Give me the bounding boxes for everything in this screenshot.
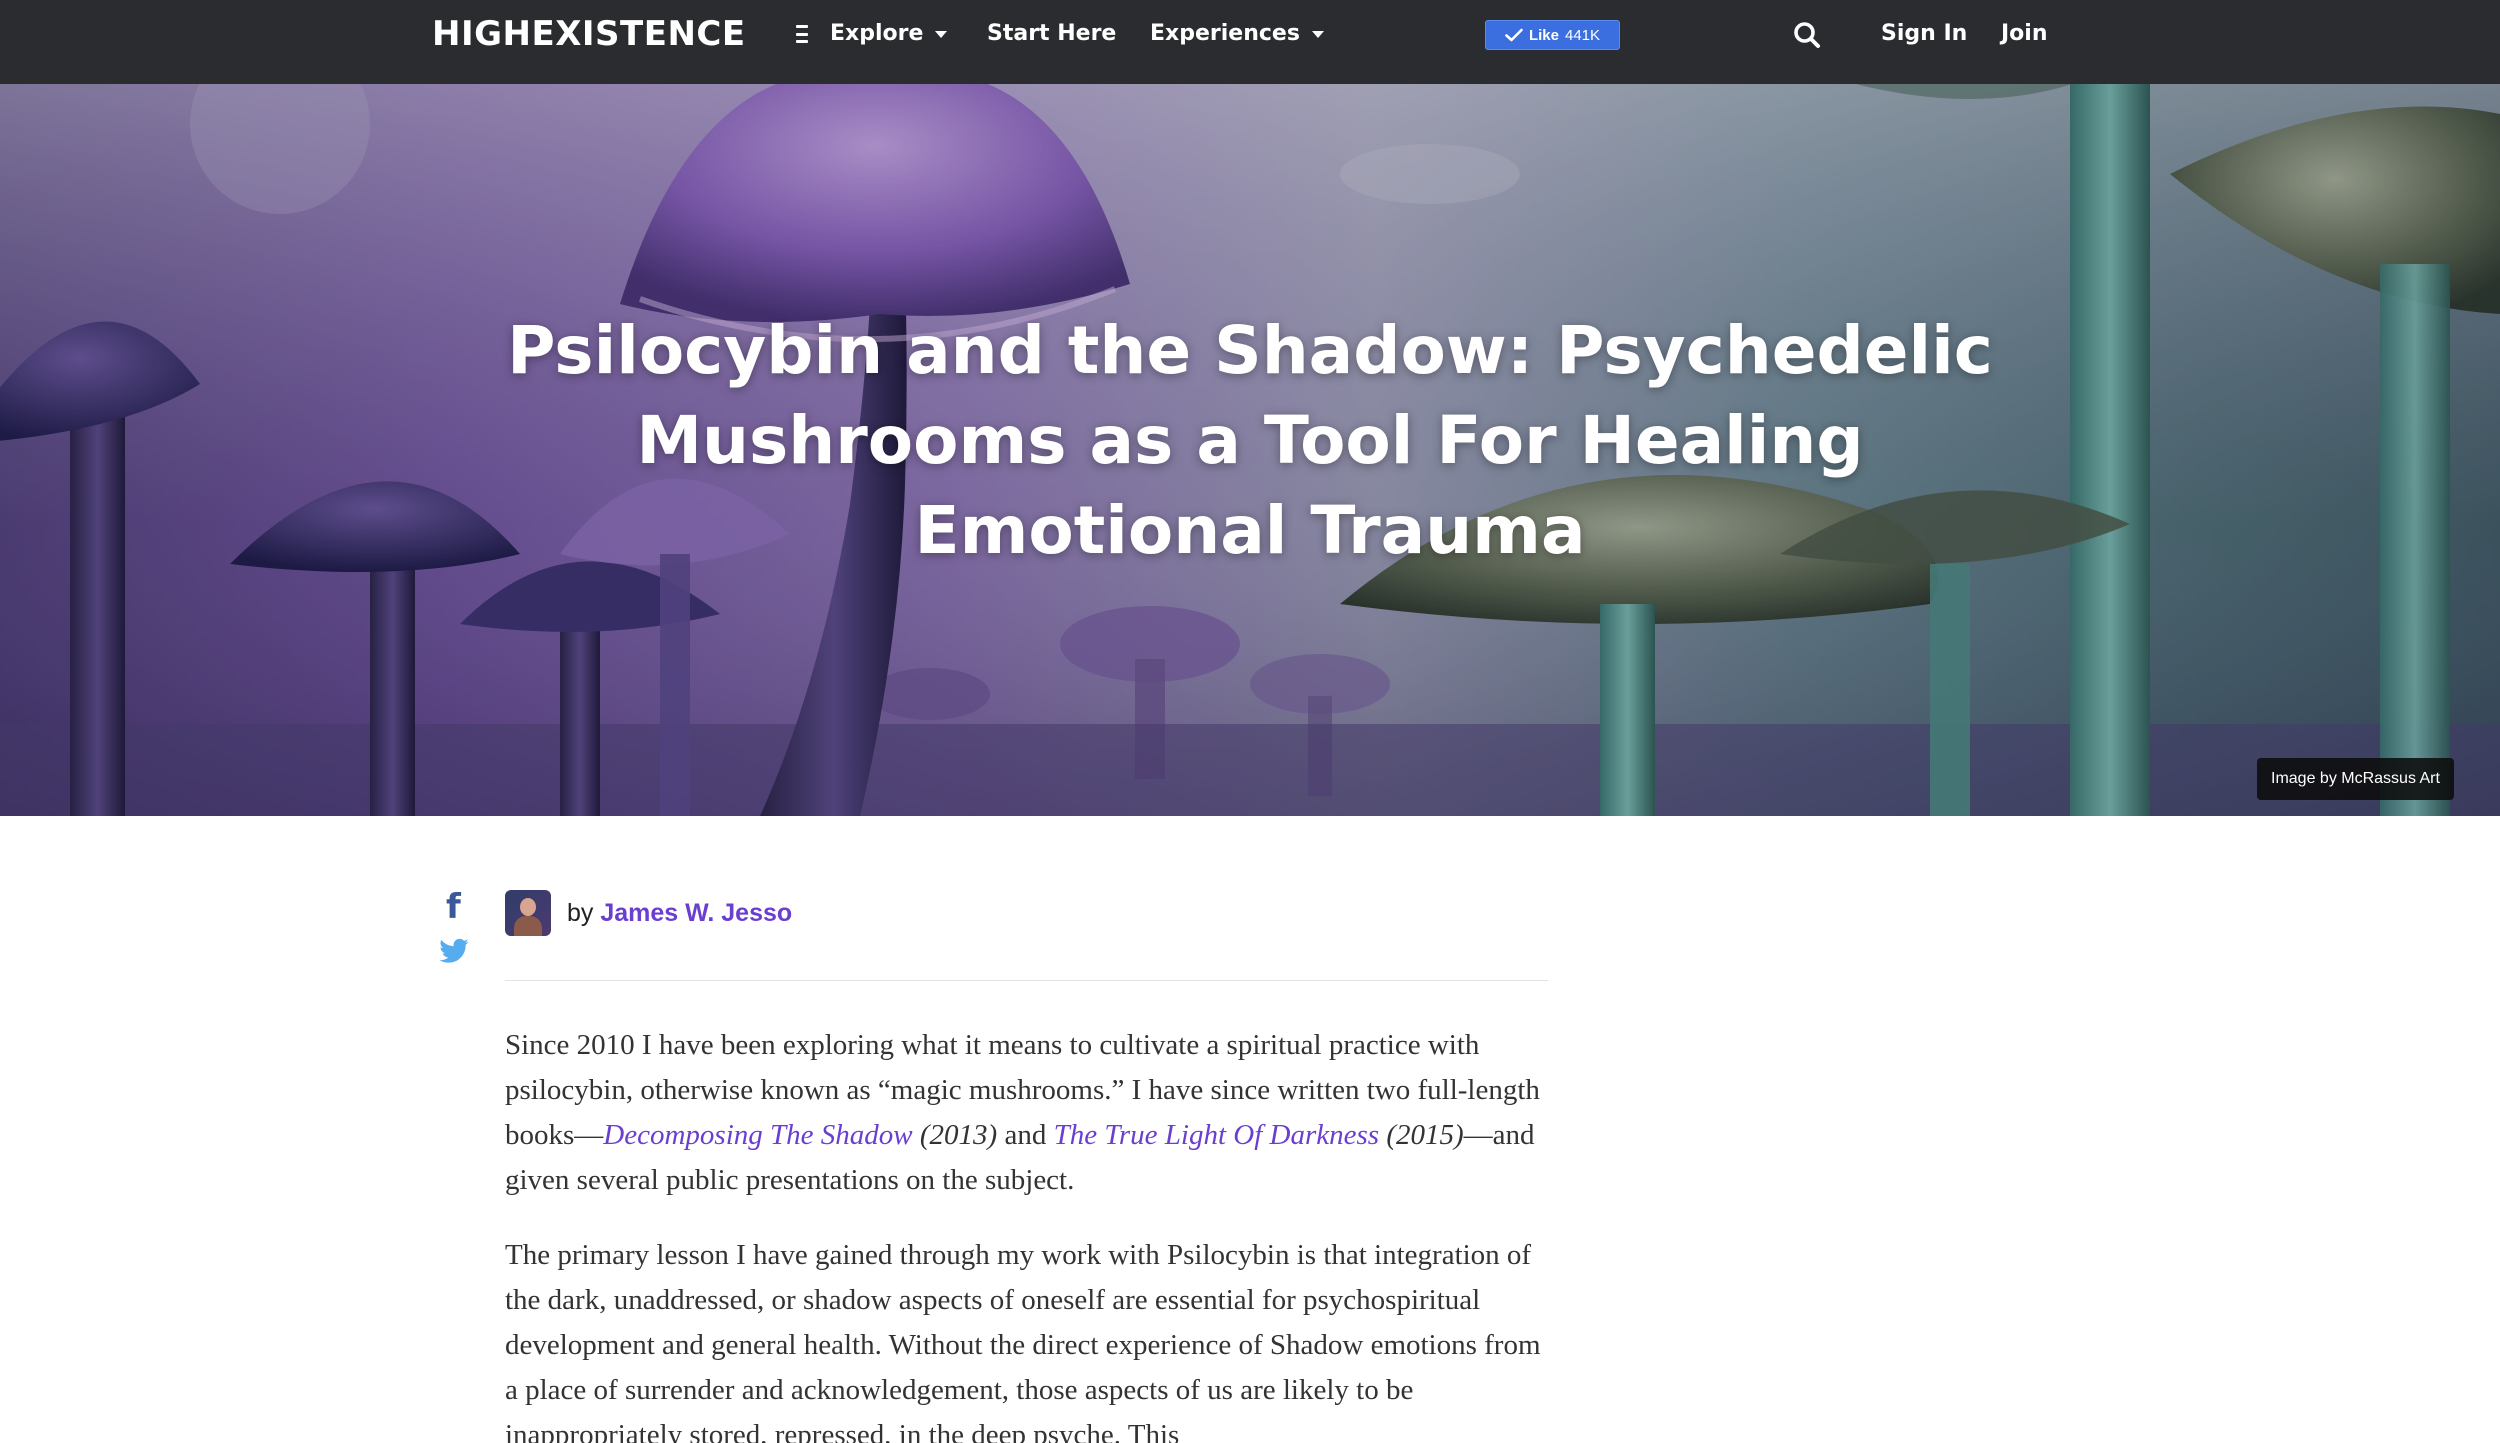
top-navigation-bar: HIGHEXISTENCE Explore Start Here Experie… [0, 0, 2500, 84]
article-body: Since 2010 I have been exploring what it… [505, 1023, 1550, 1443]
nav-experiences-menu[interactable]: Experiences [1150, 18, 1324, 50]
join-link[interactable]: Join [2001, 18, 2048, 50]
caret-down-icon [935, 30, 948, 38]
sign-in-link[interactable]: Sign In [1881, 18, 1967, 50]
like-label: Like [1528, 26, 1559, 44]
byline-text: by James W. Jesso [567, 899, 792, 928]
author-avatar[interactable] [505, 890, 551, 936]
byline-divider [505, 980, 1548, 981]
book-year-2: (2015) [1386, 1119, 1464, 1151]
paragraph-1: Since 2010 I have been exploring what it… [505, 1023, 1550, 1203]
facebook-icon[interactable]: f [446, 888, 461, 926]
facebook-like-button[interactable]: Like 441K [1485, 20, 1620, 50]
article-title: Psilocybin and the Shadow: Psychedelic M… [507, 312, 1993, 569]
book-year-1: (2013) [919, 1119, 998, 1151]
nav-explore-label: Explore [830, 21, 924, 46]
nav-experiences-label: Experiences [1150, 21, 1300, 46]
caret-down-icon [1311, 30, 1324, 38]
book-link-true-light-of-darkness[interactable]: The True Light Of Darkness [1054, 1119, 1379, 1151]
nav-explore-menu[interactable]: Explore [796, 18, 948, 50]
search-icon[interactable] [1792, 20, 1822, 50]
twitter-icon[interactable] [438, 938, 470, 966]
paragraph-2: The primary lesson I have gained through… [505, 1239, 1541, 1443]
book-link-decomposing-the-shadow[interactable]: Decomposing The Shadow [603, 1119, 912, 1151]
hero-banner: Psilocybin and the Shadow: Psychedelic M… [0, 84, 2500, 816]
author-name-link[interactable]: James W. Jesso [600, 899, 792, 927]
author-byline: by James W. Jesso [505, 890, 792, 936]
byline-prefix: by [567, 898, 594, 927]
site-logo[interactable]: HIGHEXISTENCE [432, 14, 746, 54]
image-credit-badge: Image by McRassus Art [2257, 758, 2454, 800]
hamburger-icon [796, 25, 810, 43]
like-count: 441K [1564, 26, 1601, 44]
check-icon [1505, 28, 1523, 42]
paragraph-1-text-b: and [997, 1119, 1054, 1151]
nav-start-here-link[interactable]: Start Here [987, 18, 1116, 50]
